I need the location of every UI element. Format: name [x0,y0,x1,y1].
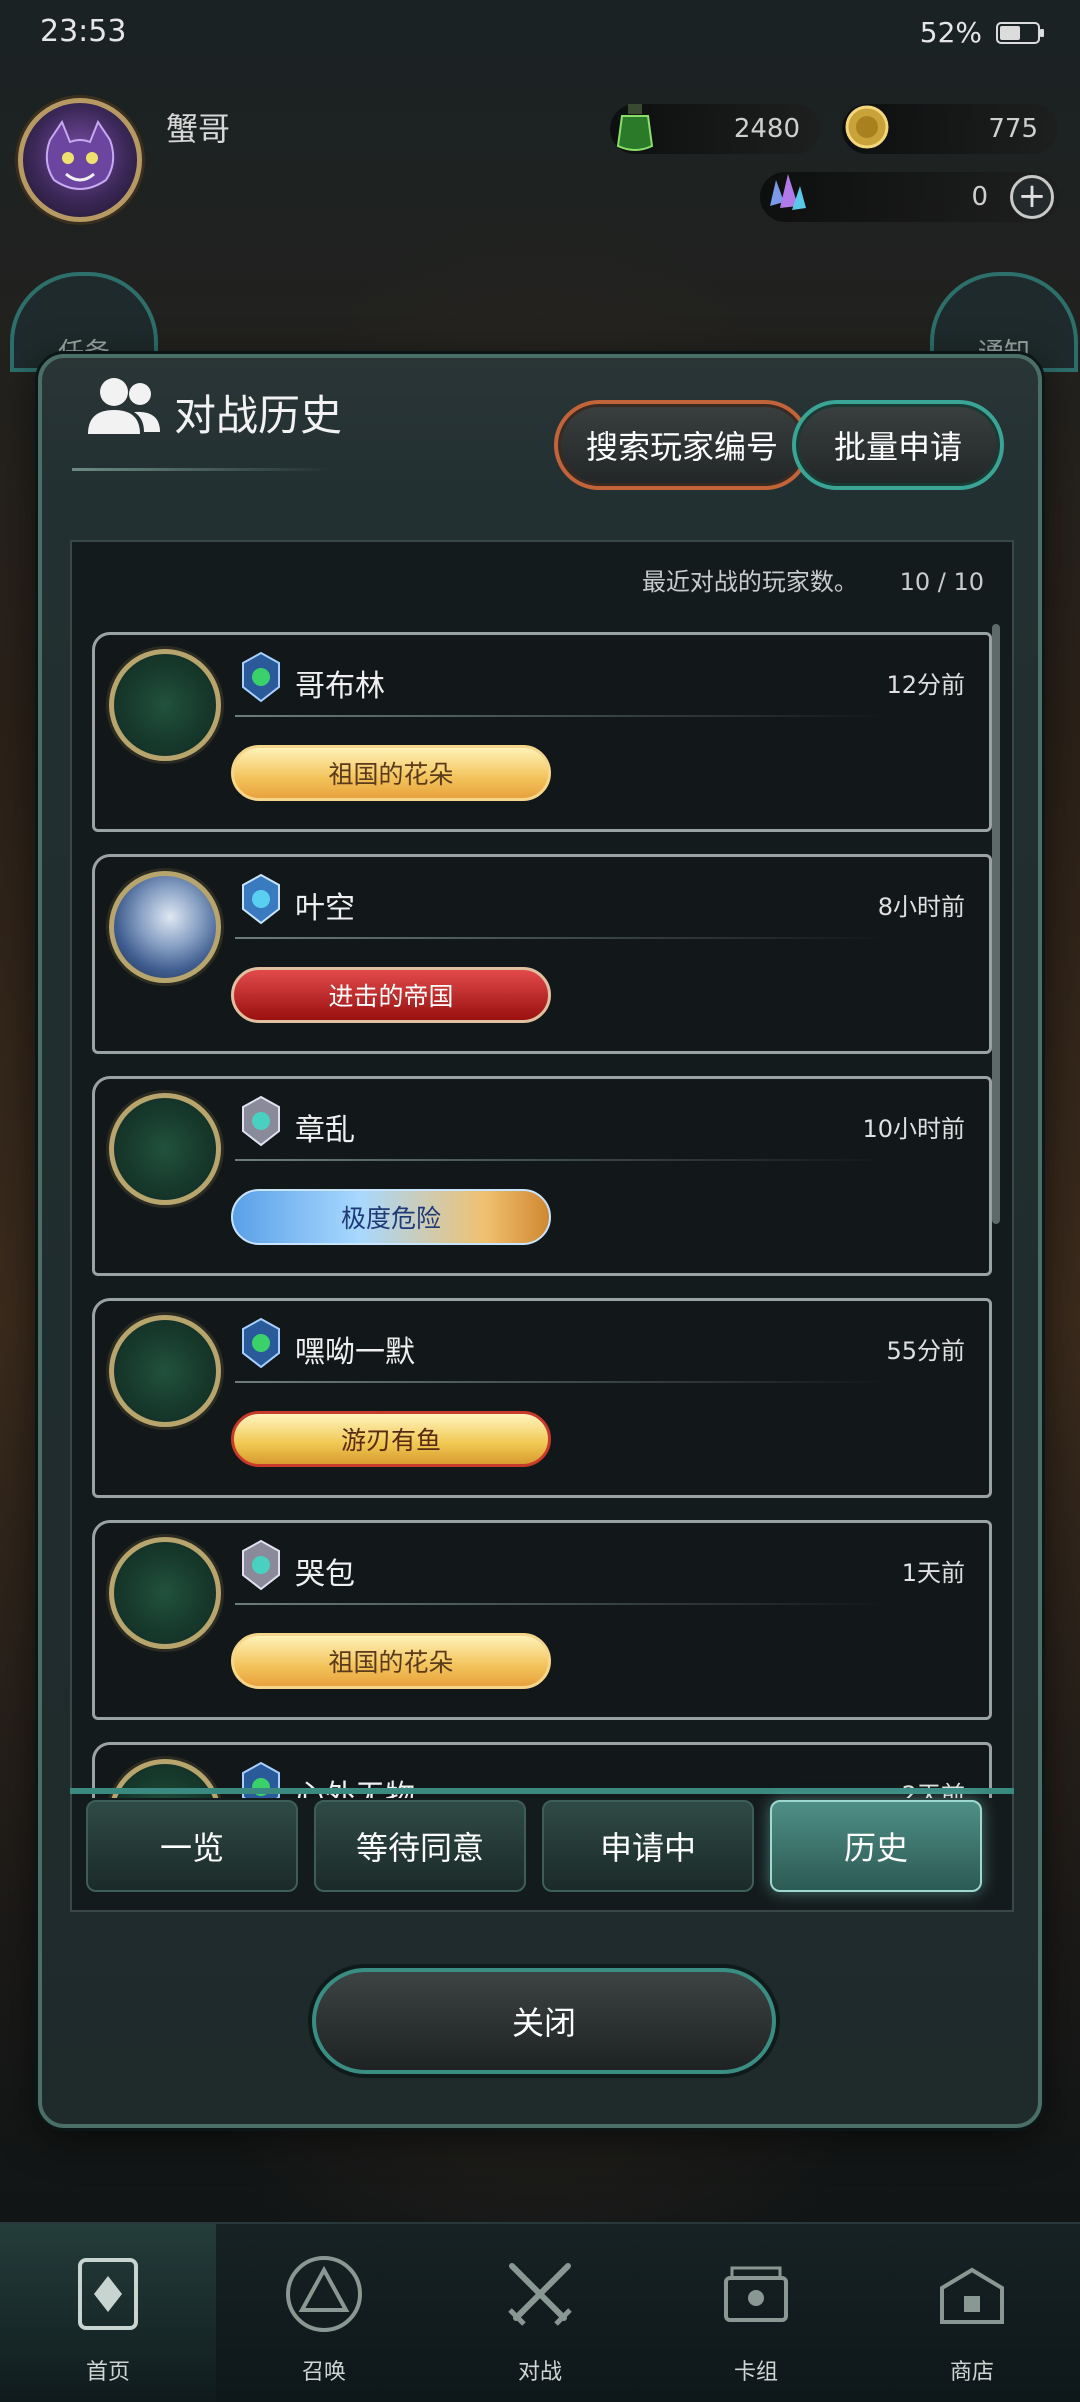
battle-time: 8小时前 [877,893,965,921]
row-divider [235,1603,889,1605]
row-divider [235,1159,889,1161]
player-name: 蟹哥 [166,110,231,148]
history-row[interactable]: 哥布林 12分前 祖国的花朵 [92,632,992,832]
home-card-icon [78,2258,138,2330]
search-player-id-button[interactable]: 搜索玩家编号 [554,400,810,490]
history-tab-bar: 一览 等待同意 申请中 历史 [70,1788,1014,1912]
users-icon [88,378,160,434]
green-gem-value: 2480 [733,114,800,144]
player-name: 哭包 [295,1557,355,1592]
recent-count: 最近对战的玩家数。 10 / 10 [642,562,984,597]
nav-summon[interactable]: 召唤 [216,2224,432,2402]
nav-deck[interactable]: 卡组 [648,2224,864,2402]
battle-time: 55分前 [886,1337,965,1365]
tab-pending-approval[interactable]: 等待同意 [314,1800,526,1892]
tab-history[interactable]: 历史 [770,1800,982,1892]
battle-time: 1天前 [901,1559,965,1587]
player-name: 嘿呦一默 [295,1335,415,1370]
nav-shop-label: 商店 [949,2360,994,2385]
status-time: 23:53 [40,14,127,49]
title-badge: 祖国的花朵 [231,1633,551,1689]
player-name: 章乱 [295,1113,355,1148]
tab-overview[interactable]: 一览 [86,1800,298,1892]
row-divider [235,715,889,717]
tab-applying[interactable]: 申请中 [542,1800,754,1892]
title-underline [72,468,332,471]
summon-circle-icon [286,2256,362,2332]
nav-battle-label: 对战 [517,2360,562,2385]
battery-percent: 52% [919,16,982,49]
battery-icon [996,22,1044,44]
green-potion-icon [616,104,654,151]
player-avatar-emblem [109,1093,221,1205]
bottom-nav: 首页 召唤 对战 卡组 商店 [0,2222,1080,2402]
battle-time: 10小时前 [862,1115,965,1143]
batch-apply-button[interactable]: 批量申请 [792,400,1004,490]
crystal-counter: 0 + [760,172,1060,222]
history-row[interactable]: 嘿呦一默 55分前 游刃有鱼 [92,1298,992,1498]
recent-count-value: 10 / 10 [899,568,984,596]
crossed-swords-icon [508,2263,572,2326]
history-list[interactable]: 哥布林 12分前 祖国的花朵 叶空 8小时前 进击的帝国 章乱 10小时前 极度… [72,622,1012,1798]
row-divider [235,937,889,939]
history-row[interactable]: 叶空 8小时前 进击的帝国 [92,854,992,1054]
player-avatar-emblem [109,1315,221,1427]
title-badge: 祖国的花朵 [231,745,551,801]
title-badge: 进击的帝国 [231,967,551,1023]
rank-emblem-icon [242,1539,280,1591]
card-deck-icon [724,2266,788,2322]
rank-emblem-icon [242,1317,280,1369]
list-scrollbar[interactable] [992,624,1000,1224]
history-list-panel: 最近对战的玩家数。 10 / 10 哥布林 12分前 祖国的花朵 叶空 8小时前… [70,540,1014,1912]
player-avatar[interactable] [18,98,142,222]
crystal-value: 0 [971,182,988,212]
green-gem-counter: 2480 [610,104,820,154]
title-badge: 极度危险 [231,1189,551,1245]
nav-deck-label: 卡组 [733,2360,778,2385]
player-avatar-emblem [109,649,221,761]
player-avatar-emblem [109,1537,221,1649]
history-row[interactable]: 章乱 10小时前 极度危险 [92,1076,992,1276]
gold-coin-icon [845,105,889,149]
dialog-title: 对战历史 [174,391,343,440]
player-name: 叶空 [295,891,355,926]
player-avatar-photo [109,871,221,983]
player-name: 哥布林 [295,669,385,704]
battle-time: 12分前 [886,671,965,699]
rank-emblem-icon [242,873,280,925]
close-button[interactable]: 关闭 [312,1968,776,2074]
rank-emblem-icon [242,1095,280,1147]
battle-history-dialog: 对战历史 搜索玩家编号 批量申请 最近对战的玩家数。 10 / 10 哥布林 1… [38,354,1042,2128]
rank-emblem-icon [242,651,280,703]
row-divider [235,1381,889,1383]
title-badge: 游刃有鱼 [231,1411,551,1467]
gold-counter: 775 [842,104,1058,154]
status-bar: 23:53 52% [0,0,1080,70]
nav-summon-label: 召唤 [301,2360,346,2385]
cat-icon [45,119,115,190]
crystal-icon [770,174,806,210]
history-row[interactable]: 哭包 1天前 祖国的花朵 [92,1520,992,1720]
nav-battle[interactable]: 对战 [432,2224,648,2402]
nav-home[interactable]: 首页 [0,2224,216,2402]
shop-chest-icon [940,2267,1004,2324]
recent-count-label: 最近对战的玩家数。 [641,568,858,596]
add-crystal-button[interactable]: + [1010,175,1054,219]
nav-shop[interactable]: 商店 [864,2224,1080,2402]
nav-home-label: 首页 [85,2360,130,2385]
gold-value: 775 [988,114,1038,144]
